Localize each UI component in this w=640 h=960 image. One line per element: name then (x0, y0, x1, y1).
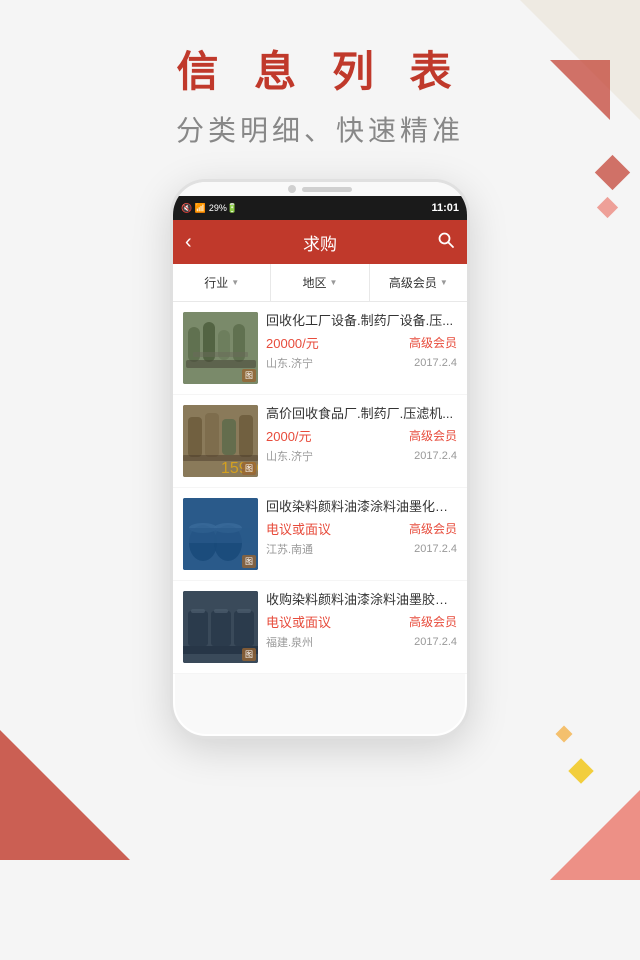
item-thumbnail-4: 图 (183, 591, 258, 663)
item-date-4: 2017.2.4 (414, 636, 457, 648)
thumb-badge-3: 图 (242, 555, 256, 568)
item-title-1: 回收化工厂设备.制药厂设备.压... (266, 312, 457, 330)
item-title-4: 收购染料颜料油漆涂料油墨胶印... (266, 591, 457, 609)
filter-industry-label: 行业 (204, 274, 228, 291)
item-meta-row-4: 福建.泉州 2017.2.4 (266, 634, 457, 650)
item-location-2: 山东.济宁 (266, 448, 313, 464)
filter-industry-arrow: ▼ (231, 278, 239, 287)
item-price-1: 20000/元 (266, 333, 319, 352)
app-header: ‹ 求购 (173, 220, 467, 264)
item-row-4: 电议或面议 高级会员 (266, 612, 457, 631)
status-icons: 🔇 📶 29%🔋 (181, 203, 238, 214)
item-meta-row-2: 山东.济宁 2017.2.4 (266, 448, 457, 464)
item-member-4: 高级会员 (409, 613, 457, 630)
item-row-2: 2000/元 高级会员 (266, 426, 457, 445)
item-row-3: 电议或面议 高级会员 (266, 519, 457, 538)
item-content-4: 收购染料颜料油漆涂料油墨胶印... 电议或面议 高级会员 福建.泉州 2017.… (266, 591, 457, 663)
phone-speaker (302, 187, 352, 192)
filter-region-arrow: ▼ (330, 278, 338, 287)
item-date-3: 2017.2.4 (414, 543, 457, 555)
filter-industry[interactable]: 行业 ▼ (173, 264, 271, 301)
thumb-badge-2: 图 (242, 462, 256, 475)
item-meta-row-1: 山东.济宁 2017.2.4 (266, 355, 457, 371)
item-title-3: 回收染料颜料油漆涂料油墨化工... (266, 498, 457, 516)
item-date-1: 2017.2.4 (414, 357, 457, 369)
phone-camera (288, 185, 296, 193)
item-price-3: 电议或面议 (266, 519, 331, 538)
item-price-2: 2000/元 (266, 426, 312, 445)
search-button[interactable] (425, 231, 455, 254)
item-meta-row-3: 江苏.南通 2017.2.4 (266, 541, 457, 557)
status-time: 11:01 (431, 202, 459, 214)
bg-decor-orange-bottom-right (550, 790, 640, 880)
sub-title: 分类明细、快速精准 (0, 109, 640, 149)
back-button[interactable]: ‹ (185, 231, 215, 254)
item-content-1: 回收化工厂设备.制药厂设备.压... 20000/元 高级会员 山东.济宁 20… (266, 312, 457, 384)
status-bar: 🔇 📶 29%🔋 11:01 (173, 196, 467, 220)
phone-outer: 🔇 📶 29%🔋 11:01 ‹ 求购 行业 ▼ 地区 (170, 179, 470, 739)
phone-top-bar (173, 182, 467, 196)
app-header-title: 求购 (215, 230, 425, 255)
item-location-4: 福建.泉州 (266, 634, 313, 650)
item-location-1: 山东.济宁 (266, 355, 313, 371)
item-member-1: 高级会员 (409, 334, 457, 351)
item-member-2: 高级会员 (409, 427, 457, 444)
list-item[interactable]: 图 回收染料颜料油漆涂料油墨化工... 电议或面议 高级会员 江苏.南通 201… (173, 488, 467, 580)
filter-bar: 行业 ▼ 地区 ▼ 高级会员 ▼ (173, 264, 467, 302)
item-thumbnail-3: 图 (183, 498, 258, 570)
list-item[interactable]: 159000 图 高价回收食品厂.制药厂.压滤机... 2000/元 高级会员 … (173, 395, 467, 487)
list-item[interactable]: 图 回收化工厂设备.制药厂设备.压... 20000/元 高级会员 山东.济宁 … (173, 302, 467, 394)
item-title-2: 高价回收食品厂.制药厂.压滤机... (266, 405, 457, 423)
filter-region[interactable]: 地区 ▼ (271, 264, 369, 301)
filter-member[interactable]: 高级会员 ▼ (370, 264, 467, 301)
item-member-3: 高级会员 (409, 520, 457, 537)
thumb-badge-4: 图 (242, 648, 256, 661)
bg-decor-red-bottom-left (0, 730, 130, 860)
item-row-1: 20000/元 高级会员 (266, 333, 457, 352)
list-item[interactable]: 图 收购染料颜料油漆涂料油墨胶印... 电议或面议 高级会员 福建.泉州 201… (173, 581, 467, 673)
phone-mockup: 🔇 📶 29%🔋 11:01 ‹ 求购 行业 ▼ 地区 (0, 179, 640, 739)
filter-member-label: 高级会员 (389, 274, 437, 291)
item-date-2: 2017.2.4 (414, 450, 457, 462)
item-thumbnail-2: 159000 图 (183, 405, 258, 477)
main-title: 信 息 列 表 (0, 38, 640, 99)
thumb-badge-1: 图 (242, 369, 256, 382)
item-content-2: 高价回收食品厂.制药厂.压滤机... 2000/元 高级会员 山东.济宁 201… (266, 405, 457, 477)
item-thumbnail-1: 图 (183, 312, 258, 384)
status-icons-text: 🔇 📶 (181, 203, 206, 214)
header-area: 信 息 列 表 分类明细、快速精准 (0, 0, 640, 149)
bg-decor-yellow-1 (568, 758, 593, 783)
filter-region-label: 地区 (303, 274, 327, 291)
filter-member-arrow: ▼ (440, 278, 448, 287)
item-content-3: 回收染料颜料油漆涂料油墨化工... 电议或面议 高级会员 江苏.南通 2017.… (266, 498, 457, 570)
item-price-4: 电议或面议 (266, 612, 331, 631)
list-container: 图 回收化工厂设备.制药厂设备.压... 20000/元 高级会员 山东.济宁 … (173, 302, 467, 674)
item-location-3: 江苏.南通 (266, 541, 313, 557)
battery-text: 29%🔋 (209, 203, 238, 214)
